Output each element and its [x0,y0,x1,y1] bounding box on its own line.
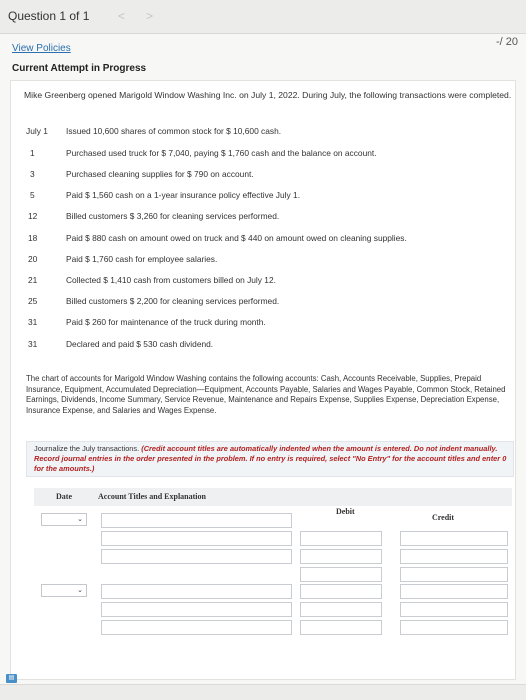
next-question-icon[interactable]: > [146,9,153,23]
debit-input[interactable] [300,602,382,617]
debit-input[interactable] [300,584,382,599]
chevron-down-icon: ⌄ [77,587,83,594]
credit-input[interactable] [400,602,508,617]
top-bar: Question 1 of 1 < > [0,0,526,34]
debit-column-header: Debit [336,507,355,516]
instructions-text: Journalize the July transactions. (Credi… [34,444,512,474]
score-display: -/ 20 [495,36,518,48]
transaction-desc: Paid $ 1,560 cash on a 1-year insurance … [66,190,301,200]
transaction-desc: Paid $ 1,760 cash for employee salaries. [66,254,218,264]
credit-column-header: Credit [432,513,455,522]
attempt-status: Current Attempt in Progress [12,63,147,74]
account-title-input[interactable] [101,531,292,546]
account-column-header: Account Titles and Explanation [98,492,206,501]
date-column-header: Date [56,492,72,501]
transaction-date: 5 [30,190,35,200]
transaction-date: July 1 [26,126,48,136]
account-title-input[interactable] [101,513,292,528]
transaction-row: 31 Paid $ 260 for maintenance of the tru… [18,317,508,331]
debit-input[interactable] [300,531,382,546]
transaction-desc: Paid $ 260 for maintenance of the truck … [66,317,266,327]
transaction-date: 18 [28,233,38,243]
transaction-date: 31 [28,317,38,327]
credit-input[interactable] [400,620,508,635]
account-title-input[interactable] [101,602,292,617]
transaction-date: 3 [30,169,35,179]
transaction-date: 1 [30,148,35,158]
transaction-row: 12 Billed customers $ 3,260 for cleaning… [18,211,508,225]
transaction-desc: Billed customers $ 2,200 for cleaning se… [66,296,280,306]
instructions-lead: Journalize the July transactions. [34,444,140,453]
transaction-desc: Collected $ 1,410 cash from customers bi… [66,275,276,285]
chevron-down-icon: ⌄ [77,516,83,523]
transaction-row: 18 Paid $ 880 cash on amount owed on tru… [18,233,508,247]
transaction-row: 1 Purchased used truck for $ 7,040, payi… [18,148,508,162]
transaction-row: 5 Paid $ 1,560 cash on a 1-year insuranc… [18,190,508,204]
transaction-date: 20 [28,254,38,264]
transaction-date: 12 [28,211,38,221]
calculator-icon[interactable]: ▤ [6,674,17,683]
transaction-row: 25 Billed customers $ 2,200 for cleaning… [18,296,508,310]
question-label: Question 1 of 1 [8,9,90,23]
transaction-date: 25 [28,296,38,306]
bottom-bar [0,684,526,700]
credit-input[interactable] [400,584,508,599]
transaction-desc: Paid $ 880 cash on amount owed on truck … [66,233,407,243]
transaction-desc: Purchased used truck for $ 7,040, paying… [66,148,377,158]
date-select[interactable]: ⌄ [41,584,87,597]
transaction-desc: Declared and paid $ 530 cash dividend. [66,339,214,349]
debit-input[interactable] [300,567,382,582]
journal-header: Date Account Titles and Explanation Debi… [34,488,512,522]
account-title-input[interactable] [101,620,292,635]
debit-input[interactable] [300,549,382,564]
transaction-row: 20 Paid $ 1,760 cash for employee salari… [18,254,508,268]
chart-of-accounts: The chart of accounts for Marigold Windo… [26,374,506,415]
transaction-row: 31 Declared and paid $ 530 cash dividend… [18,339,508,353]
transaction-desc: Purchased cleaning supplies for $ 790 on… [66,169,254,179]
problem-intro: Mike Greenberg opened Marigold Window Wa… [24,90,512,100]
view-policies-link[interactable]: View Policies [12,43,71,54]
transaction-row: 21 Collected $ 1,410 cash from customers… [18,275,508,289]
account-title-input[interactable] [101,549,292,564]
transaction-date: 21 [28,275,38,285]
date-select[interactable]: ⌄ [41,513,87,526]
credit-input[interactable] [400,549,508,564]
prev-question-icon[interactable]: < [118,9,125,23]
account-title-input[interactable] [101,584,292,599]
transaction-desc: Issued 10,600 shares of common stock for… [66,126,282,136]
transaction-date: 31 [28,339,38,349]
transaction-desc: Billed customers $ 3,260 for cleaning se… [66,211,280,221]
credit-input[interactable] [400,567,508,582]
transaction-row: July 1 Issued 10,600 shares of common st… [18,126,508,140]
transaction-row: 3 Purchased cleaning supplies for $ 790 … [18,169,508,183]
debit-input[interactable] [300,620,382,635]
credit-input[interactable] [400,531,508,546]
